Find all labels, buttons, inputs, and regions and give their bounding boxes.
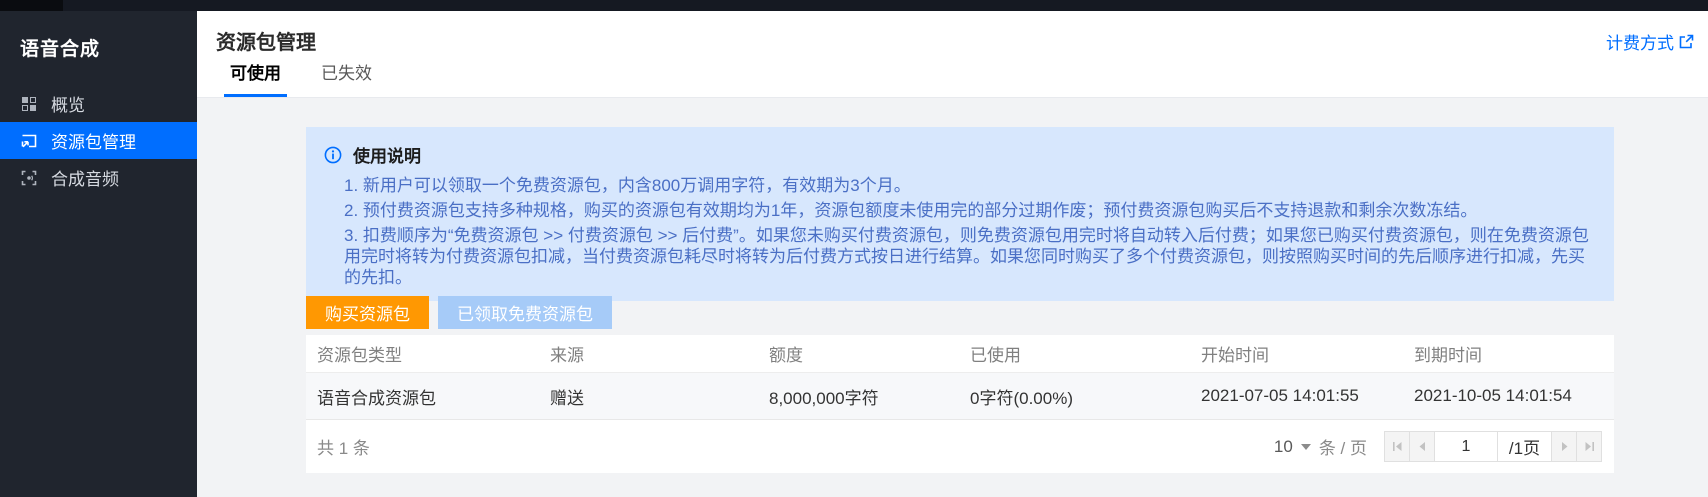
usage-notice-title: 使用说明 [353, 142, 421, 167]
page-title: 资源包管理 [216, 26, 316, 55]
column-header-quota: 额度 [758, 341, 959, 366]
resource-package-table: 资源包类型 来源 额度 已使用 开始时间 到期时间 语音合成资源包 赠送 8,0… [306, 335, 1614, 473]
usage-notice-item: 3. 扣费顺序为“免费资源包 >> 付费资源包 >> 后付费”。如果您未购买付费… [344, 225, 1594, 288]
table-header-row: 资源包类型 来源 额度 已使用 开始时间 到期时间 [306, 335, 1614, 372]
sidebar-product-title: 语音合成 [0, 11, 197, 85]
next-page-icon [1559, 441, 1570, 452]
cell-source: 赠送 [539, 384, 758, 409]
external-link-icon [1679, 34, 1694, 49]
usage-notice-header: 使用说明 [324, 142, 1594, 167]
buy-resource-package-button[interactable]: 购买资源包 [306, 296, 429, 329]
last-page-button[interactable] [1576, 431, 1602, 462]
first-page-button[interactable] [1384, 431, 1410, 462]
billing-mode-link[interactable]: 计费方式 [1606, 29, 1694, 54]
tab-bar: 可使用 已失效 [210, 55, 392, 97]
next-page-button[interactable] [1551, 431, 1577, 462]
top-bar-corner [0, 0, 63, 11]
sidebar-item-synth-audio[interactable]: 合成音频 [0, 159, 197, 196]
per-page-label: 条 / 页 [1319, 434, 1367, 459]
usage-notice-list: 1. 新用户可以领取一个免费资源包，内含800万调用字符，有效期为3个月。 2.… [344, 175, 1594, 288]
main-content: 使用说明 1. 新用户可以领取一个免费资源包，内含800万调用字符，有效期为3个… [197, 98, 1708, 497]
usage-notice-item: 2. 预付费资源包支持多种规格，购买的资源包有效期均为1年，资源包额度未使用完的… [344, 200, 1594, 221]
column-header-source: 来源 [539, 341, 758, 366]
sidebar-menu: 概览 资源包管理 [0, 85, 197, 196]
page-number-field [1434, 431, 1498, 462]
chevron-down-icon [1301, 444, 1311, 450]
usage-notice-panel: 使用说明 1. 新用户可以领取一个免费资源包，内含800万调用字符，有效期为3个… [306, 127, 1614, 301]
total-pages-label: /1页 [1497, 431, 1552, 462]
pagination-controls: 10 条 / 页 [1274, 431, 1602, 462]
cell-end-time: 2021-10-05 14:01:54 [1403, 386, 1614, 406]
column-header-type: 资源包类型 [306, 341, 539, 366]
total-count-label: 共 1 条 [317, 434, 370, 459]
info-circle-icon [324, 146, 342, 164]
sidebar-item-overview[interactable]: 概览 [0, 85, 197, 122]
sidebar-item-label: 合成音频 [51, 165, 119, 190]
page-number-input[interactable] [1436, 438, 1496, 456]
sidebar-item-label: 概览 [51, 91, 85, 116]
sidebar-item-label: 资源包管理 [51, 128, 136, 153]
table-footer: 共 1 条 10 条 / 页 [306, 420, 1614, 473]
audio-waveform-icon [20, 169, 38, 187]
last-page-icon [1584, 441, 1595, 452]
global-top-bar [0, 0, 1708, 11]
package-icon [20, 132, 38, 150]
cell-start-time: 2021-07-05 14:01:55 [1190, 386, 1403, 406]
cell-quota: 8,000,000字符 [758, 384, 959, 409]
sidebar-item-resource-packages[interactable]: 资源包管理 [0, 122, 197, 159]
tab-usable[interactable]: 可使用 [224, 55, 287, 97]
first-page-icon [1392, 441, 1403, 452]
table-row: 语音合成资源包 赠送 8,000,000字符 0字符(0.00%) 2021-0… [306, 372, 1614, 420]
grid-icon [20, 95, 38, 113]
column-header-end-time: 到期时间 [1403, 341, 1614, 366]
column-header-used: 已使用 [959, 341, 1190, 366]
page-size-value: 10 [1274, 437, 1293, 457]
previous-page-icon [1417, 441, 1428, 452]
billing-mode-link-label: 计费方式 [1606, 29, 1674, 54]
previous-page-button[interactable] [1409, 431, 1435, 462]
tab-expired[interactable]: 已失效 [315, 55, 378, 97]
usage-notice-item: 1. 新用户可以领取一个免费资源包，内含800万调用字符，有效期为3个月。 [344, 175, 1594, 196]
action-button-row: 购买资源包 已领取免费资源包 [306, 296, 612, 329]
page-header: 资源包管理 计费方式 可使用 已失效 [197, 11, 1708, 98]
page-size-select[interactable]: 10 条 / 页 [1274, 434, 1367, 459]
page-navigation-group: /1页 [1384, 431, 1602, 462]
cell-used: 0字符(0.00%) [959, 384, 1190, 409]
cell-package-type: 语音合成资源包 [306, 384, 539, 409]
sidebar: 语音合成 概览 资源包管理 [0, 11, 197, 497]
column-header-start-time: 开始时间 [1190, 341, 1403, 366]
free-package-claimed-button[interactable]: 已领取免费资源包 [438, 296, 612, 329]
